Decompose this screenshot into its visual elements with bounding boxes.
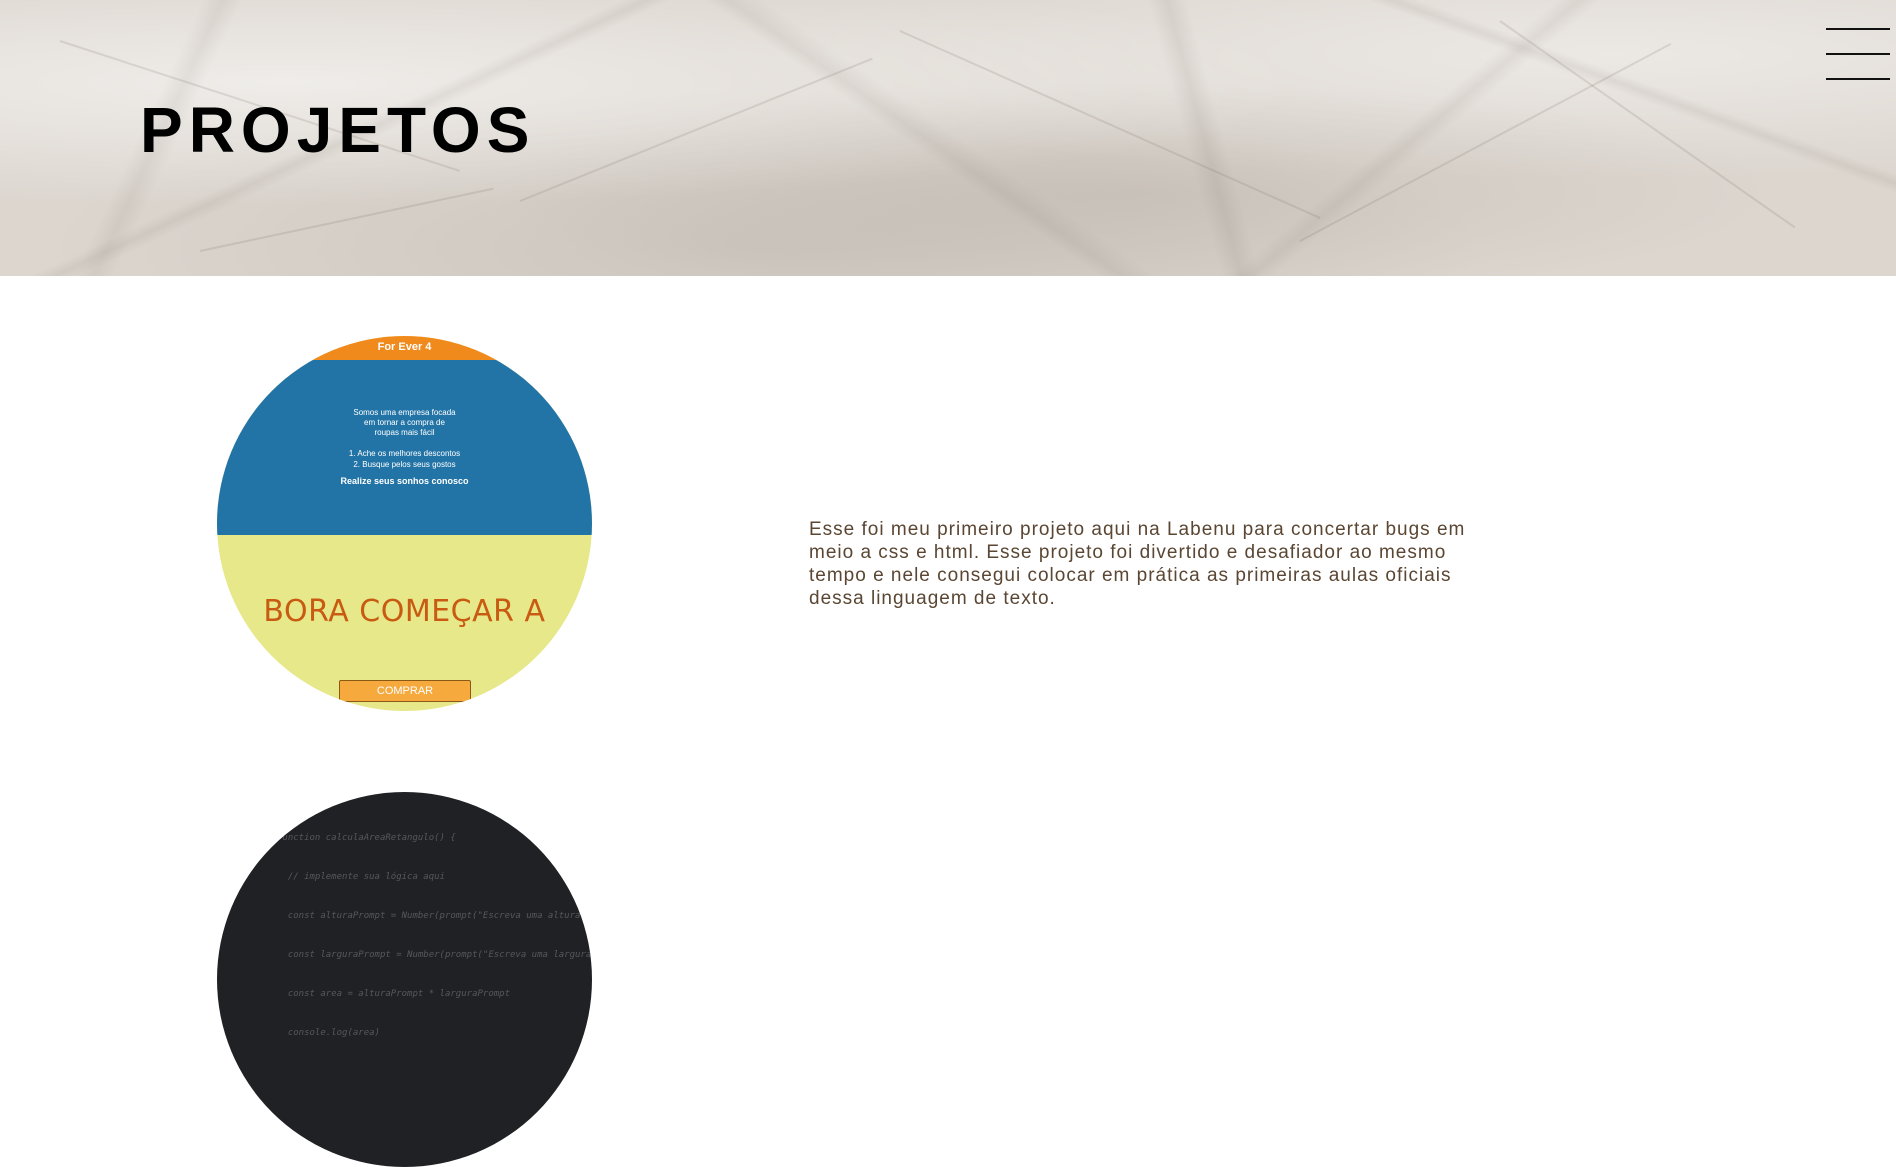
menu-line [1826,28,1890,30]
thumbnail-list-item: 1. Ache os melhores descontos [348,449,461,458]
code-line: const alturaPrompt = Number(prompt("Escr… [277,911,581,921]
code-line: function calculaAreaRetangulo() { [277,833,456,843]
paper-crease [1299,42,1672,242]
page-title: PROJETOS [140,94,536,166]
header-banner: PROJETOS [0,0,1896,276]
code-line: const area = alturaPrompt * larguraPromp… [277,989,510,999]
thumbnail-intro-line: Somos uma empresa focada [353,408,456,417]
code-line: console.log(area) [277,1028,380,1038]
code-line: const larguraPrompt = Number(prompt("Esc… [277,950,592,960]
project-description: Esse foi meu primeiro projeto aqui na La… [809,519,1466,609]
hamburger-menu-icon[interactable] [1826,26,1890,82]
thumbnail-cta: Realize seus sonhos conosco [340,476,469,486]
thumbnail-buy-button: COMPRAR [339,680,471,702]
project-thumbnail[interactable]: function calculaAreaRetangulo() { // imp… [217,792,592,1167]
paper-crease [1499,20,1796,229]
project-thumbnail[interactable]: For Ever 4 Somos uma empresa focada em t… [217,336,592,711]
paper-crease [199,187,494,252]
menu-line [1826,53,1890,55]
thumbnail-intro-line: em tornar a compra de [364,418,445,427]
thumbnail-list-item: 2. Busque pelos seus gostos [353,460,456,469]
thumbnail-intro: Somos uma empresa focada em tornar a com… [217,408,592,438]
paper-crease [519,57,873,202]
thumbnail-hero: Somos uma empresa focada em tornar a com… [217,360,592,535]
code-line: // implemente sua lógica aqui [277,872,445,882]
thumbnail-list: 1. Ache os melhores descontos 2. Busque … [217,448,592,470]
thumbnail-code: function calculaAreaRetangulo() { // imp… [277,806,591,1066]
thumbnail-headline: BORA COMEÇAR A [263,594,546,629]
paper-crease [899,30,1321,220]
thumbnail-brand: For Ever 4 [217,336,592,360]
thumbnail-intro-line: roupas mais fácil [374,428,435,437]
menu-line [1826,78,1890,80]
